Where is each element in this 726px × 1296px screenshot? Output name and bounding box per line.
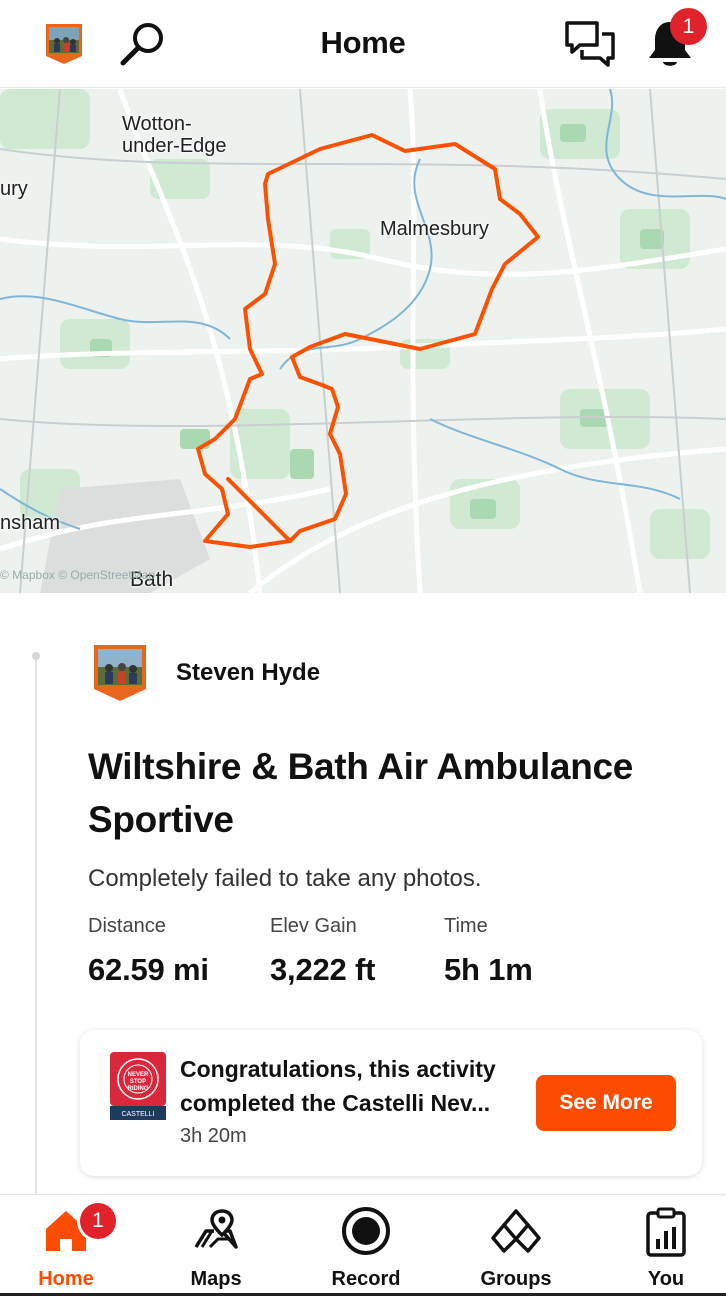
- feed-timeline-dot: [32, 652, 40, 660]
- groups-icon: [491, 1209, 541, 1253]
- map-label-wotton: Wotton- under-Edge: [122, 113, 227, 157]
- feed-timeline: [35, 655, 37, 1195]
- stat-value: 62.59 mi: [88, 952, 209, 987]
- stat-value: 5h 1m: [444, 952, 533, 987]
- nav-maps[interactable]: Maps: [156, 1195, 276, 1295]
- achievement-message-line2: completed the Castelli Nev...: [180, 1090, 491, 1116]
- map-canvas: [0, 89, 726, 593]
- nav-home-label: Home: [38, 1268, 94, 1290]
- bottom-navigation: Home 1 Maps Record Groups You: [0, 1194, 726, 1296]
- top-bar: Home 1: [0, 0, 726, 88]
- athlete-avatar[interactable]: [92, 643, 148, 703]
- notification-badge: 1: [670, 8, 707, 45]
- stat-time: Time 5h 1m: [444, 915, 533, 988]
- stat-label: Time: [444, 915, 488, 937]
- maps-icon: [194, 1209, 238, 1249]
- activity-description: Completely failed to take any photos.: [88, 865, 482, 892]
- map-label-left-bottom: nsham: [0, 512, 61, 534]
- nav-home-badge: 1: [80, 1203, 116, 1239]
- stat-label: Distance: [88, 915, 166, 937]
- challenge-badge-icon: NEVER STOP RIDING CASTELLI: [110, 1052, 166, 1120]
- nav-maps-label: Maps: [190, 1268, 242, 1290]
- map-label-left-top: ury: [0, 178, 28, 200]
- stat-distance: Distance 62.59 mi: [88, 915, 209, 988]
- svg-text:NEVER: NEVER: [128, 1072, 149, 1078]
- nav-record-label: Record: [331, 1268, 401, 1290]
- you-icon: [646, 1207, 686, 1257]
- activity-title[interactable]: Wiltshire & Bath Air Ambulance Sportive: [88, 740, 688, 846]
- achievement-message: Congratulations, this activity completed…: [180, 1052, 532, 1120]
- nav-you-label: You: [647, 1268, 685, 1290]
- record-icon: [342, 1207, 390, 1255]
- activity-map[interactable]: Wotton- under-Edge Malmesbury ury nsham …: [0, 89, 726, 593]
- athlete-name[interactable]: Steven Hyde: [176, 659, 320, 687]
- stat-value: 3,222 ft: [270, 952, 376, 987]
- svg-text:CASTELLI: CASTELLI: [121, 1111, 154, 1118]
- nav-groups-label: Groups: [480, 1268, 552, 1290]
- svg-text:RIDING: RIDING: [128, 1086, 149, 1092]
- stat-elev-gain: Elev Gain 3,222 ft: [270, 915, 375, 988]
- chat-icon[interactable]: [564, 20, 616, 70]
- see-more-button[interactable]: See More: [536, 1075, 676, 1131]
- map-attribution: © Mapbox © OpenStreetMap: [0, 568, 156, 582]
- achievement-card[interactable]: NEVER STOP RIDING CASTELLI Congratulatio…: [80, 1030, 702, 1176]
- nav-groups[interactable]: Groups: [456, 1195, 576, 1295]
- nav-you[interactable]: You: [606, 1195, 726, 1295]
- stat-label: Elev Gain: [270, 915, 357, 937]
- nav-record[interactable]: Record: [306, 1195, 426, 1295]
- achievement-message-line1: Congratulations, this activity: [180, 1056, 496, 1082]
- map-label-malmesbury: Malmesbury: [380, 218, 489, 240]
- svg-text:STOP: STOP: [130, 1079, 146, 1085]
- page-title: Home: [320, 25, 406, 60]
- achievement-time: 3h 20m: [180, 1125, 247, 1147]
